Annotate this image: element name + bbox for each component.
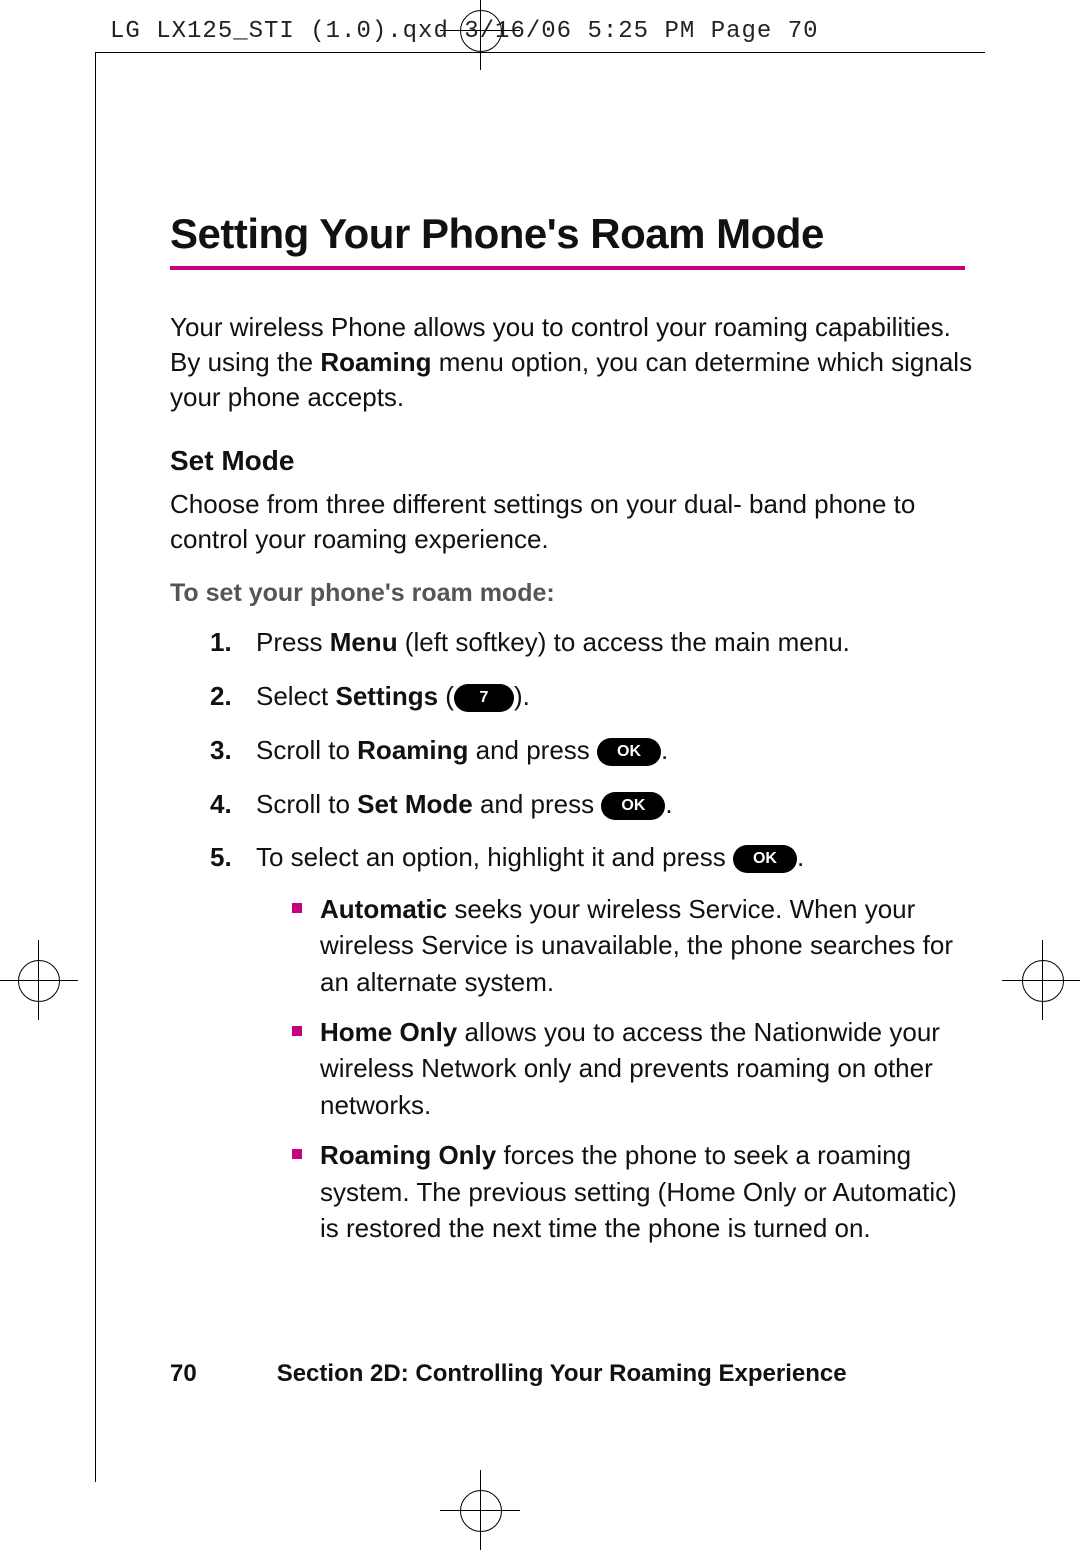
step-number: 3. [210, 732, 232, 770]
option-automatic: Automatic seeks your wireless Service. W… [292, 891, 980, 1000]
key-ok-icon: OK [597, 738, 661, 766]
options-list: Automatic seeks your wireless Service. W… [256, 891, 980, 1247]
step-3: 3. Scroll to Roaming and press OK. [210, 732, 980, 770]
step-bold: Set Mode [357, 789, 473, 819]
step-text: . [665, 789, 672, 819]
key-ok-icon: OK [733, 845, 797, 873]
step-2: 2. Select Settings (7). [210, 678, 980, 716]
section-label: Section 2D: Controlling Your Roaming Exp… [277, 1360, 847, 1388]
step-1: 1. Press Menu (left softkey) to access t… [210, 624, 980, 662]
step-number: 1. [210, 624, 232, 662]
page-footer: 70 Section 2D: Controlling Your Roaming … [170, 1360, 980, 1388]
step-text: Press [256, 627, 330, 657]
step-number: 2. [210, 678, 232, 716]
steps-list: 1. Press Menu (left softkey) to access t… [170, 624, 980, 1246]
step-text: (left softkey) to access the main menu. [398, 627, 850, 657]
set-mode-body: Choose from three different settings on … [170, 487, 980, 557]
intro-bold: Roaming [320, 347, 431, 377]
step-text: . [797, 842, 804, 872]
key-ok-icon: OK [601, 792, 665, 820]
step-bold: Menu [330, 627, 398, 657]
step-text: ). [514, 681, 530, 711]
step-bold: Settings [336, 681, 439, 711]
option-home-only: Home Only allows you to access the Natio… [292, 1014, 980, 1123]
title-rule [170, 266, 965, 270]
registration-mark-bottom [440, 1470, 520, 1550]
content-column: Setting Your Phone's Roam Mode Your wire… [170, 210, 980, 1262]
registration-mark-left [0, 940, 78, 1020]
step-number: 4. [210, 786, 232, 824]
option-bold: Automatic [320, 894, 447, 924]
step-number: 5. [210, 839, 232, 877]
step-text: Select [256, 681, 336, 711]
step-text: and press [473, 789, 602, 819]
slug-line: LG LX125_STI (1.0).qxd 3/16/06 5:25 PM P… [110, 18, 819, 45]
option-bold: Roaming Only [320, 1140, 496, 1170]
step-text: ( [438, 681, 454, 711]
crop-frame-left [95, 52, 96, 1482]
step-text: To select an option, highlight it and pr… [256, 842, 733, 872]
step-text: and press [468, 735, 597, 765]
step-bold: Roaming [357, 735, 468, 765]
page-number: 70 [170, 1360, 197, 1388]
page: LG LX125_STI (1.0).qxd 3/16/06 5:25 PM P… [0, 0, 1080, 1541]
page-title: Setting Your Phone's Roam Mode [170, 210, 980, 258]
crop-frame-top [95, 52, 985, 53]
subhead-set-mode: Set Mode [170, 445, 980, 477]
procedure-lead: To set your phone's roam mode: [170, 579, 980, 608]
step-4: 4. Scroll to Set Mode and press OK. [210, 786, 980, 824]
step-text: Scroll to [256, 735, 357, 765]
step-5: 5. To select an option, highlight it and… [210, 839, 980, 1246]
intro-paragraph: Your wireless Phone allows you to contro… [170, 310, 980, 415]
registration-mark-right [1002, 940, 1080, 1020]
option-bold: Home Only [320, 1017, 457, 1047]
option-roaming-only: Roaming Only forces the phone to seek a … [292, 1137, 980, 1246]
step-text: Scroll to [256, 789, 357, 819]
step-text: . [661, 735, 668, 765]
key-7-icon: 7 [454, 684, 514, 712]
